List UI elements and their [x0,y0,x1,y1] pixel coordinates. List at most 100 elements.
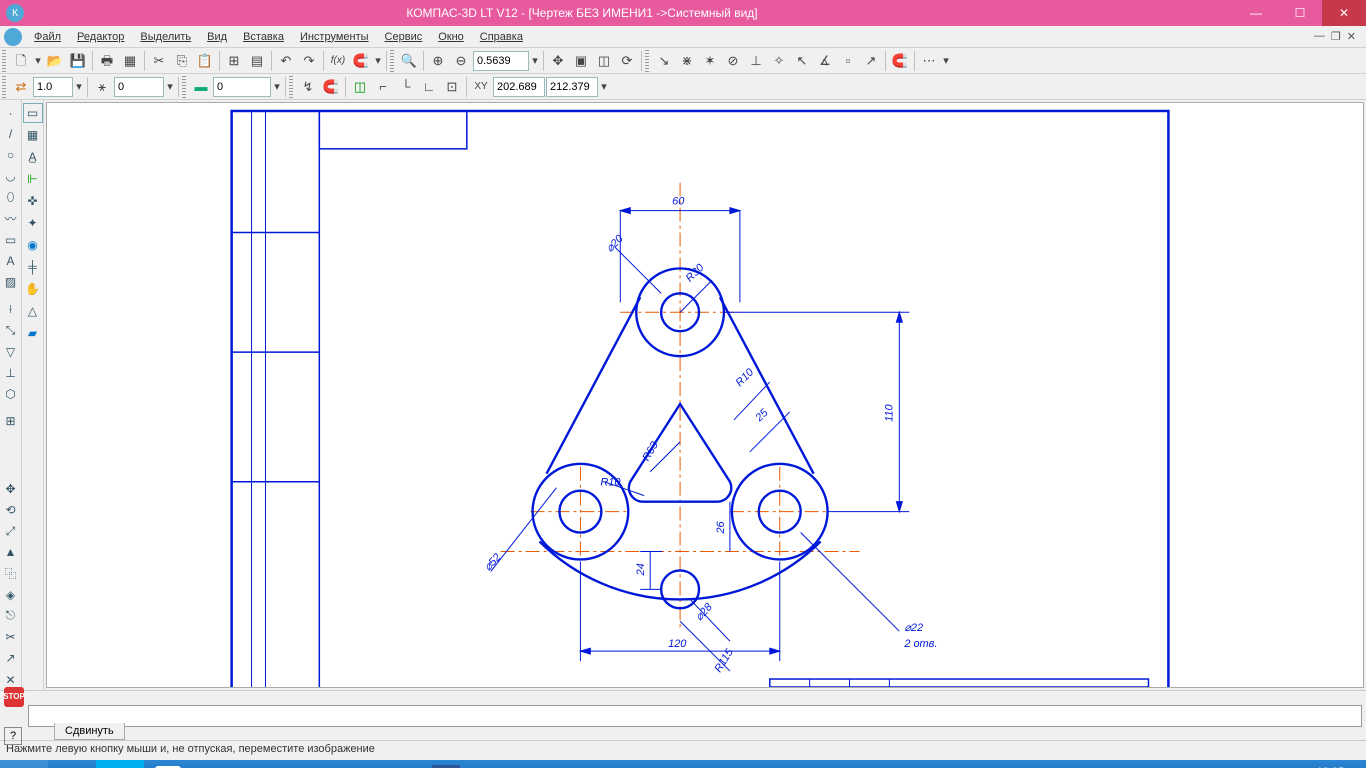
lx-button[interactable]: ⌐ [372,76,394,98]
toolbar-grip[interactable] [390,50,394,72]
text-tool[interactable]: A [1,252,21,271]
taskbar-explorer-icon[interactable]: 🗂 [384,760,432,768]
toolbar-grip[interactable] [182,76,186,98]
coord-x-input[interactable] [493,77,545,97]
mdi-close-icon[interactable]: ✕ [1347,30,1356,43]
properties-button[interactable]: ⊞ [223,50,245,72]
grid-tool[interactable]: ▦ [23,125,43,145]
symmetry-tool[interactable]: ▲ [1,543,21,562]
zoom-input[interactable] [473,51,529,71]
ly-button[interactable]: └ [395,76,417,98]
mdi-restore-icon[interactable]: ❐ [1331,30,1341,43]
snap-point-button[interactable]: ↖ [791,50,813,72]
toolbar-grip[interactable] [645,50,649,72]
snap-mid-button[interactable]: ⋇ [676,50,698,72]
trim-tool[interactable]: ⎋ [1,606,21,625]
pan-button[interactable]: ✥ [547,50,569,72]
zoom-out-button[interactable]: ⊖ [450,50,472,72]
paste-button[interactable]: 📋 [194,50,216,72]
zoom-in-button[interactable]: ⊕ [427,50,449,72]
rotate-tool[interactable]: ⟲ [1,500,21,519]
snap-dropdown[interactable]: ▾ [373,50,383,72]
save-button[interactable]: 💾 [67,50,89,72]
step-dropdown[interactable]: ▾ [74,76,84,98]
spline-tool[interactable]: 〰 [1,209,21,228]
step-button[interactable]: ⇄ [10,76,32,98]
layer-button[interactable]: ▬ [190,76,212,98]
leader-tool[interactable]: ⤡ [1,321,21,340]
snap-center-button[interactable]: ✧ [768,50,790,72]
maximize-button[interactable]: ☐ [1278,0,1322,26]
snap-grid-button[interactable]: ▫ [837,50,859,72]
library-button[interactable]: ▤ [246,50,268,72]
arc-tool[interactable]: ◡ [1,167,21,186]
command-tab[interactable]: Сдвинуть [54,723,125,740]
undo-button[interactable]: ↶ [275,50,297,72]
line-tool[interactable]: / [1,124,21,143]
snap-toggle-button[interactable]: 🧲 [350,50,372,72]
polygon-tool[interactable]: ⬡ [1,385,21,404]
new-dropdown[interactable]: ▾ [33,50,43,72]
extend-tool[interactable]: ↗ [1,649,21,668]
coord-y-input[interactable] [546,77,598,97]
scale-tool[interactable]: ⤢ [1,521,21,540]
toolbar-grip[interactable] [2,76,6,98]
deform-tool[interactable]: ◈ [1,585,21,604]
menu-insert[interactable]: Вставка [235,29,292,45]
menu-service[interactable]: Сервис [377,29,431,45]
new-button[interactable]: 🗋 [10,50,32,72]
menu-window[interactable]: Окно [430,29,472,45]
rough-tool[interactable]: ▽ [1,342,21,361]
ellipse2-tool[interactable]: ◉ [23,235,43,255]
ortho-button[interactable]: ↯ [297,76,319,98]
hatch-tool[interactable]: ▨ [1,273,21,292]
angle-step-button[interactable]: ⚹ [91,76,113,98]
toolbar-grip[interactable] [289,76,293,98]
rect-tool[interactable]: ▭ [1,230,21,249]
arc2-tool[interactable]: △ [23,301,43,321]
help-button[interactable]: ? [4,727,22,745]
ellipse-tool[interactable]: ⬯ [1,188,21,207]
menu-file[interactable]: Файл [26,29,69,45]
dim2-tool[interactable]: ✜ [23,191,43,211]
angle-step-dropdown[interactable]: ▾ [165,76,175,98]
fit-all-button[interactable]: ▣ [570,50,592,72]
redo-button[interactable]: ↷ [298,50,320,72]
snap-dist-button[interactable]: ↗ [860,50,882,72]
snap-perpend-button[interactable]: ⊥ [745,50,767,72]
preview-button[interactable]: ▦ [119,50,141,72]
mdi-minimize-icon[interactable]: ― [1314,30,1325,43]
axis-tool[interactable]: ╪ [23,257,43,277]
toolbar-more-button[interactable]: ⋯ [918,50,940,72]
cut-button[interactable]: ✂ [148,50,170,72]
stop-button[interactable]: STOP [4,687,24,707]
circle-tool[interactable]: ○ [1,145,21,164]
toolbar-more-dropdown[interactable]: ▾ [941,50,951,72]
start-button[interactable]: ⊞ [0,760,48,768]
taskbar-save-icon[interactable]: 💾 [240,760,288,768]
menu-view[interactable]: Вид [199,29,235,45]
base-tool[interactable]: ⊥ [1,363,21,382]
fill-tool[interactable]: ▰ [23,323,43,343]
trim2-tool[interactable]: ✂ [1,628,21,647]
snap-tangent-button[interactable]: ⊘ [722,50,744,72]
menu-tools[interactable]: Инструменты [292,29,377,45]
refresh-button[interactable]: ⟳ [616,50,638,72]
print-button[interactable]: 🖶 [96,50,118,72]
coord-dropdown[interactable]: ▾ [599,76,609,98]
minimize-button[interactable]: ― [1234,0,1278,26]
taskbar-app1-icon[interactable]: ◎ [192,760,240,768]
open-button[interactable]: 📂 [44,50,66,72]
taskbar-chrome-icon[interactable]: ◉ [288,760,336,768]
command-input[interactable] [28,705,1362,727]
point-tool[interactable]: · [1,103,21,122]
fit-view-button[interactable]: ◫ [593,50,615,72]
menu-select[interactable]: Выделить [132,29,199,45]
zoom-dropdown[interactable]: ▾ [530,50,540,72]
fx-button[interactable]: f(x) [327,50,349,72]
taskbar-skype-icon[interactable]: S [96,760,144,768]
angle-step-input[interactable] [114,77,164,97]
app-menu-icon[interactable] [4,28,22,46]
zoom-window-button[interactable]: 🔍 [398,50,420,72]
taskbar-ie-icon[interactable]: ⓔ [48,760,96,768]
